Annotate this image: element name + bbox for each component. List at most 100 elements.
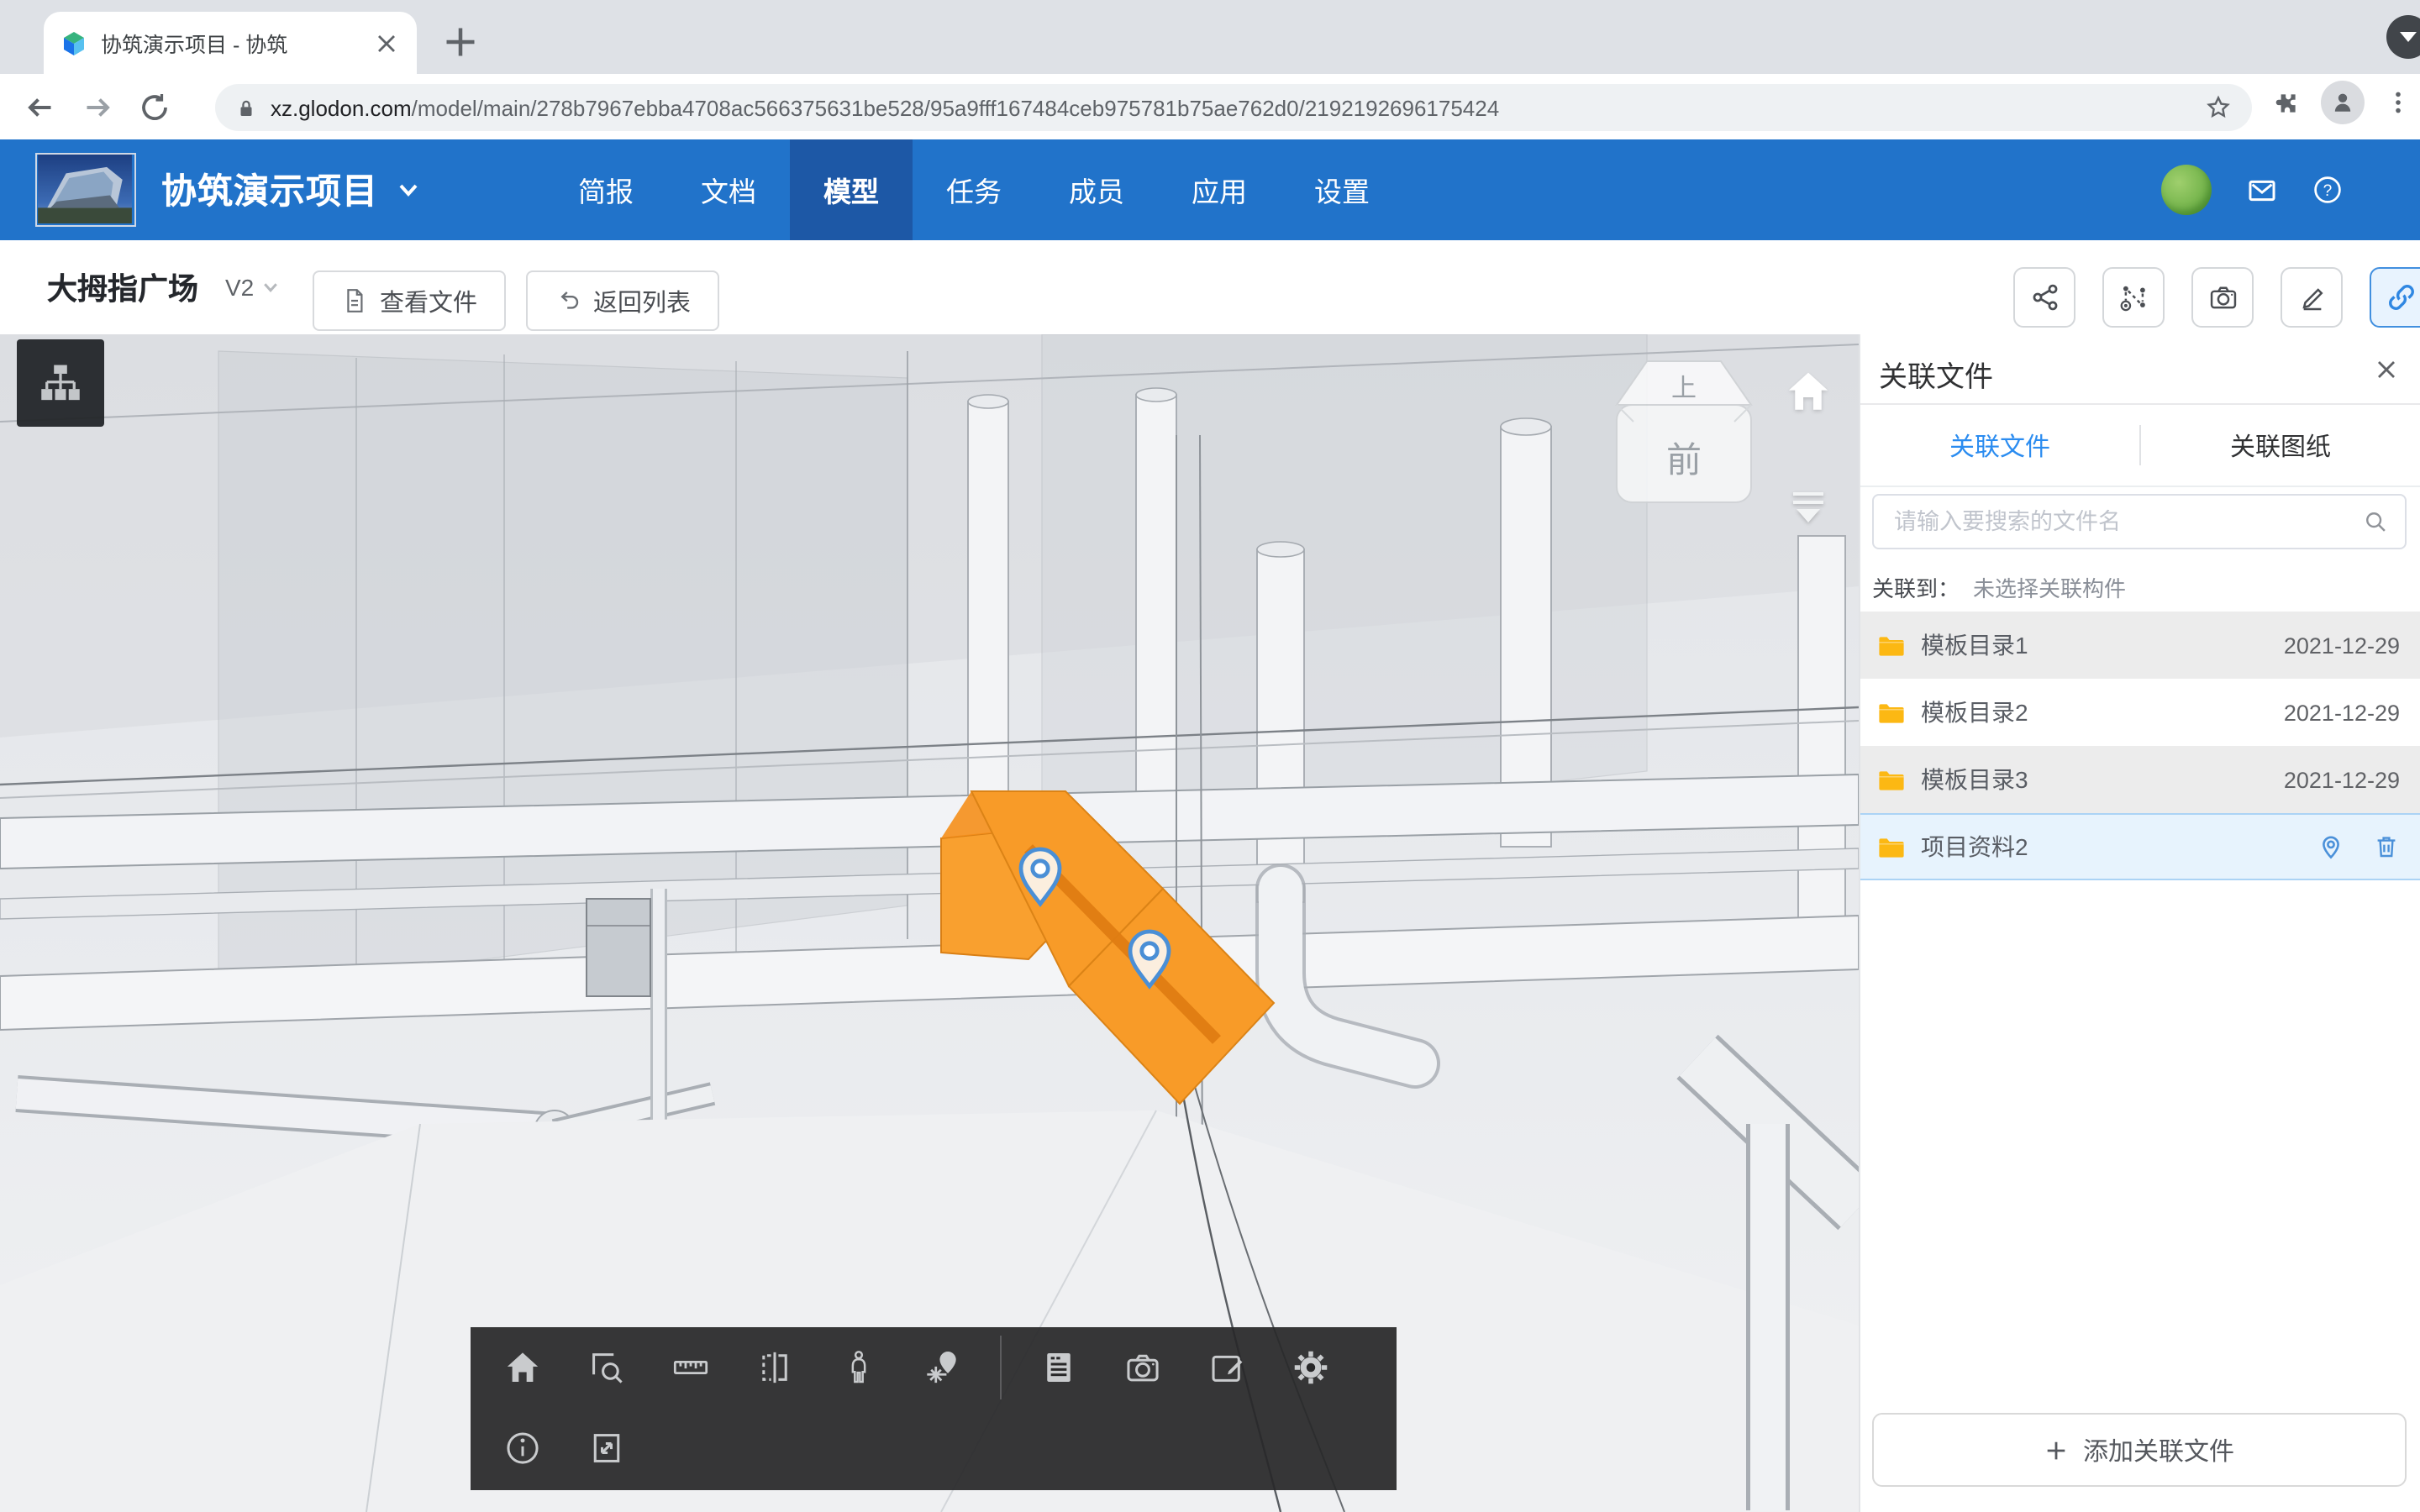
add-linked-file-button[interactable]: 添加关联文件	[1872, 1413, 2407, 1487]
list-button[interactable]	[1022, 1331, 1096, 1404]
chevron-down-icon	[260, 277, 281, 297]
file-row-模板目录3[interactable]: 模板目录32021-12-29	[1860, 746, 2420, 813]
reset-view-home-icon[interactable]	[1785, 368, 1832, 415]
cube-collapse-icon[interactable]	[1788, 489, 1828, 526]
nav-item-文档[interactable]: 文档	[667, 139, 790, 240]
roam-path-button[interactable]	[2102, 267, 2165, 328]
walk-icon	[840, 1349, 877, 1386]
project-title-wrap[interactable]: 协筑演示项目	[161, 139, 422, 240]
toolbar-divider	[1000, 1336, 1002, 1399]
edit-button[interactable]	[2281, 267, 2343, 328]
tab-linked-drawings[interactable]: 关联图纸	[2141, 405, 2420, 486]
file-search-input[interactable]	[1891, 507, 2363, 536]
file-name: 模板目录2	[1921, 696, 2284, 729]
file-date: 2021-12-29	[2284, 633, 2400, 658]
back-icon[interactable]	[24, 90, 57, 123]
file-row-项目资料2[interactable]: 项目资料2	[1860, 813, 2420, 880]
search-icon[interactable]	[2363, 509, 2388, 534]
snapshot-button[interactable]	[2191, 267, 2254, 328]
extensions-icon[interactable]	[2272, 88, 2301, 117]
browser-tab[interactable]: 协筑演示项目 - 协筑	[44, 12, 417, 74]
zoom-select-button[interactable]	[570, 1331, 644, 1404]
file-row-模板目录1[interactable]: 模板目录12021-12-29	[1860, 612, 2420, 679]
share-button[interactable]	[2013, 267, 2075, 328]
camera-icon	[1124, 1349, 1161, 1386]
subheader-buttons: 查看文件 返回列表	[313, 270, 719, 331]
tab-linked-files[interactable]: 关联文件	[1860, 405, 2139, 486]
project-title: 协筑演示项目	[161, 165, 378, 215]
triangle-down-icon	[2400, 30, 2417, 44]
camera-button[interactable]	[1106, 1331, 1180, 1404]
panel-close-icon[interactable]	[2373, 356, 2400, 383]
list-icon	[1040, 1349, 1077, 1386]
file-row-模板目录2[interactable]: 模板目录22021-12-29	[1860, 679, 2420, 746]
nav-item-设置[interactable]: 设置	[1281, 139, 1403, 240]
new-tab-button[interactable]	[440, 22, 481, 62]
fullscreen-button[interactable]	[570, 1411, 644, 1485]
forward-icon[interactable]	[81, 90, 114, 123]
locate-pin-icon[interactable]	[2317, 833, 2344, 860]
view-cube[interactable]: 上 前	[1597, 358, 1771, 512]
info-button[interactable]	[486, 1411, 560, 1485]
viewer-toolbar	[471, 1327, 1397, 1490]
home-button[interactable]	[486, 1331, 560, 1404]
viewpoint-icon	[924, 1349, 961, 1386]
page-root: 协筑演示项目 - 协筑 xz.glodon.com/model/main/278…	[0, 0, 2420, 1512]
reload-icon[interactable]	[138, 90, 171, 123]
subheader-button-返回列表[interactable]: 返回列表	[526, 270, 719, 331]
row-right: 2021-12-29	[2284, 633, 2400, 658]
row-right	[2317, 833, 2400, 860]
model-viewer[interactable]: 上 前	[0, 334, 1859, 1512]
cube-top-label: 上	[1671, 375, 1697, 402]
delete-icon[interactable]	[2373, 833, 2400, 860]
section-button[interactable]	[738, 1331, 812, 1404]
browser-tab-strip: 协筑演示项目 - 协筑	[0, 0, 2420, 74]
file-date: 2021-12-29	[2284, 700, 2400, 725]
nav-item-任务[interactable]: 任务	[913, 139, 1035, 240]
markup-button[interactable]	[1190, 1331, 1264, 1404]
viewer-toolbar-row1	[471, 1327, 1397, 1408]
nav-item-模型[interactable]: 模型	[790, 139, 913, 240]
file-name: 模板目录1	[1921, 628, 2284, 662]
user-avatar[interactable]	[2161, 165, 2212, 215]
browser-menu-icon[interactable]	[2385, 89, 2412, 116]
nav-item-应用[interactable]: 应用	[1158, 139, 1281, 240]
row-right: 2021-12-29	[2284, 700, 2400, 725]
folder-icon	[1877, 834, 1906, 859]
nav-item-成员[interactable]: 成员	[1035, 139, 1158, 240]
model-version-selector[interactable]: V2	[225, 240, 281, 334]
link-button[interactable]	[2370, 267, 2420, 328]
header-right: ?	[2161, 139, 2343, 240]
header-nav: 简报文档模型任务成员应用设置	[544, 139, 1403, 240]
file-name: 模板目录3	[1921, 763, 2284, 796]
file-search-box[interactable]	[1872, 494, 2407, 549]
measure-button[interactable]	[654, 1331, 728, 1404]
bookmark-star-icon[interactable]	[2205, 94, 2232, 121]
linked-to-value: 未选择关联构件	[1973, 571, 2126, 603]
subheader-button-查看文件[interactable]: 查看文件	[313, 270, 506, 331]
folder-icon	[1877, 633, 1906, 658]
mail-icon[interactable]	[2244, 176, 2281, 204]
model-tree-button[interactable]	[17, 339, 104, 427]
nav-item-简报[interactable]: 简报	[544, 139, 667, 240]
viewer-toolbar-row2	[471, 1408, 1397, 1488]
tab-close-icon[interactable]	[373, 29, 400, 56]
help-icon[interactable]: ?	[2312, 175, 2343, 205]
viewpoint-button[interactable]	[906, 1331, 980, 1404]
button-label: 返回列表	[593, 283, 691, 318]
settings-button[interactable]	[1274, 1331, 1348, 1404]
panel-tabs: 关联文件 关联图纸	[1860, 405, 2420, 487]
address-bar[interactable]: xz.glodon.com/model/main/278b7967ebba470…	[215, 84, 2252, 131]
share-icon	[2029, 282, 2060, 312]
browser-actions	[2272, 81, 2412, 124]
browser-profile-button[interactable]	[2321, 81, 2365, 124]
url-text: xz.glodon.com/model/main/278b7967ebba470…	[271, 95, 2205, 120]
tab-search-button[interactable]	[2386, 15, 2420, 59]
folder-icon	[1877, 767, 1906, 792]
walk-button[interactable]	[822, 1331, 896, 1404]
linked-to-row: 关联到： 未选择关联构件	[1872, 571, 2126, 603]
project-thumbnail[interactable]	[35, 153, 136, 227]
subheader-actions	[2013, 267, 2420, 328]
roam-path-icon	[2118, 282, 2149, 312]
link-icon	[2386, 282, 2416, 312]
